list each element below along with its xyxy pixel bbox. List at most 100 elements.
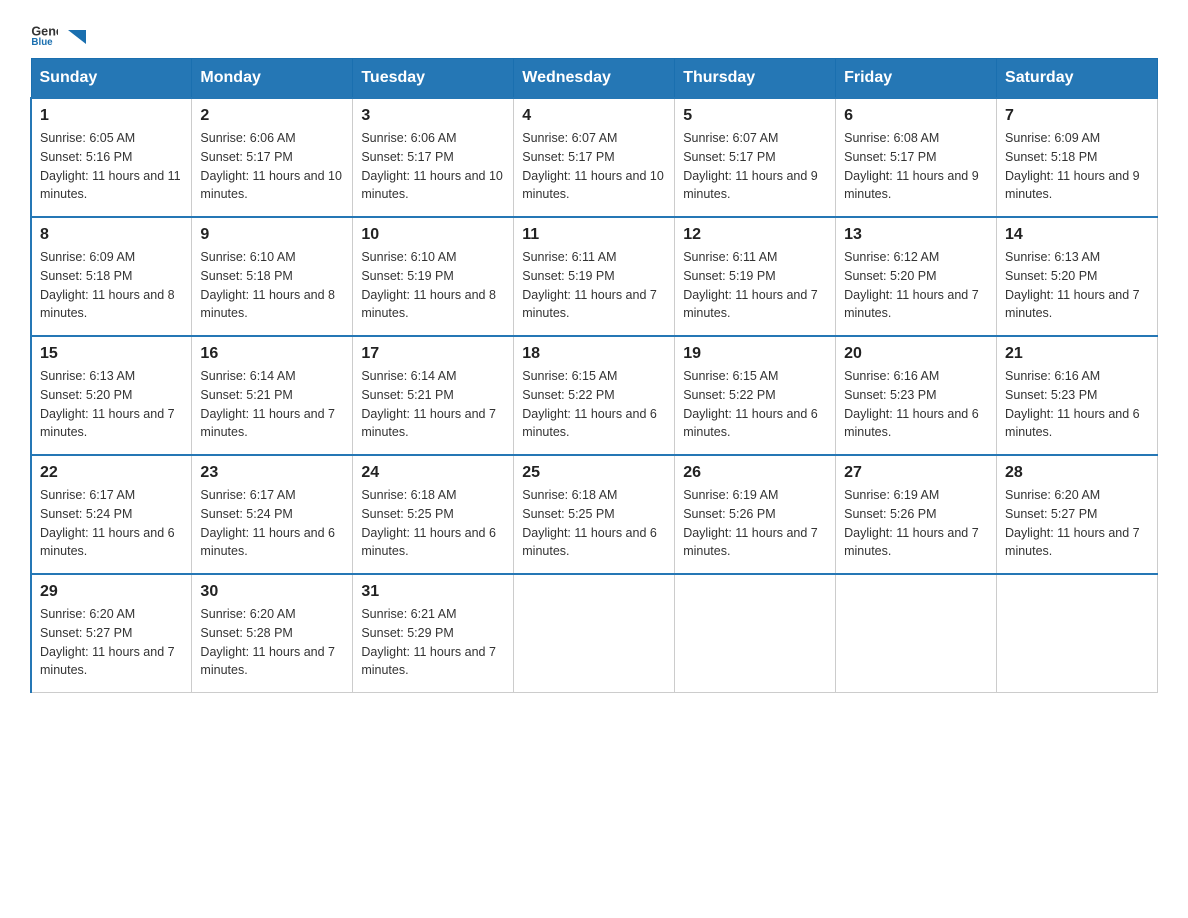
day-info: Sunrise: 6:16 AM Sunset: 5:23 PM Dayligh… [1005,367,1149,442]
table-row [836,574,997,693]
table-row: 13 Sunrise: 6:12 AM Sunset: 5:20 PM Dayl… [836,217,997,336]
header-sunday: Sunday [31,59,192,99]
day-number: 29 [40,583,183,601]
day-number: 23 [200,464,344,482]
day-info: Sunrise: 6:09 AM Sunset: 5:18 PM Dayligh… [40,248,183,323]
table-row: 16 Sunrise: 6:14 AM Sunset: 5:21 PM Dayl… [192,336,353,455]
table-row: 3 Sunrise: 6:06 AM Sunset: 5:17 PM Dayli… [353,98,514,217]
calendar-week-row: 15 Sunrise: 6:13 AM Sunset: 5:20 PM Dayl… [31,336,1158,455]
day-number: 4 [522,107,666,125]
day-info: Sunrise: 6:20 AM Sunset: 5:27 PM Dayligh… [1005,486,1149,561]
table-row: 28 Sunrise: 6:20 AM Sunset: 5:27 PM Dayl… [997,455,1158,574]
day-number: 17 [361,345,505,363]
day-info: Sunrise: 6:21 AM Sunset: 5:29 PM Dayligh… [361,605,505,680]
day-number: 6 [844,107,988,125]
day-info: Sunrise: 6:20 AM Sunset: 5:28 PM Dayligh… [200,605,344,680]
day-info: Sunrise: 6:19 AM Sunset: 5:26 PM Dayligh… [683,486,827,561]
calendar-week-row: 1 Sunrise: 6:05 AM Sunset: 5:16 PM Dayli… [31,98,1158,217]
header-monday: Monday [192,59,353,99]
day-info: Sunrise: 6:20 AM Sunset: 5:27 PM Dayligh… [40,605,183,680]
day-info: Sunrise: 6:11 AM Sunset: 5:19 PM Dayligh… [683,248,827,323]
table-row: 26 Sunrise: 6:19 AM Sunset: 5:26 PM Dayl… [675,455,836,574]
calendar-week-row: 8 Sunrise: 6:09 AM Sunset: 5:18 PM Dayli… [31,217,1158,336]
table-row: 29 Sunrise: 6:20 AM Sunset: 5:27 PM Dayl… [31,574,192,693]
day-number: 3 [361,107,505,125]
table-row: 19 Sunrise: 6:15 AM Sunset: 5:22 PM Dayl… [675,336,836,455]
day-info: Sunrise: 6:05 AM Sunset: 5:16 PM Dayligh… [40,129,183,204]
table-row: 1 Sunrise: 6:05 AM Sunset: 5:16 PM Dayli… [31,98,192,217]
table-row: 8 Sunrise: 6:09 AM Sunset: 5:18 PM Dayli… [31,217,192,336]
day-number: 8 [40,226,183,244]
table-row: 12 Sunrise: 6:11 AM Sunset: 5:19 PM Dayl… [675,217,836,336]
day-number: 26 [683,464,827,482]
day-number: 9 [200,226,344,244]
day-info: Sunrise: 6:09 AM Sunset: 5:18 PM Dayligh… [1005,129,1149,204]
table-row: 4 Sunrise: 6:07 AM Sunset: 5:17 PM Dayli… [514,98,675,217]
day-info: Sunrise: 6:15 AM Sunset: 5:22 PM Dayligh… [522,367,666,442]
day-number: 21 [1005,345,1149,363]
day-number: 15 [40,345,183,363]
table-row: 18 Sunrise: 6:15 AM Sunset: 5:22 PM Dayl… [514,336,675,455]
day-info: Sunrise: 6:06 AM Sunset: 5:17 PM Dayligh… [200,129,344,204]
table-row: 14 Sunrise: 6:13 AM Sunset: 5:20 PM Dayl… [997,217,1158,336]
table-row: 7 Sunrise: 6:09 AM Sunset: 5:18 PM Dayli… [997,98,1158,217]
table-row: 27 Sunrise: 6:19 AM Sunset: 5:26 PM Dayl… [836,455,997,574]
day-number: 14 [1005,226,1149,244]
day-info: Sunrise: 6:12 AM Sunset: 5:20 PM Dayligh… [844,248,988,323]
day-number: 27 [844,464,988,482]
page-header: General Blue [30,20,1158,48]
day-number: 2 [200,107,344,125]
day-number: 28 [1005,464,1149,482]
day-info: Sunrise: 6:13 AM Sunset: 5:20 PM Dayligh… [40,367,183,442]
day-info: Sunrise: 6:18 AM Sunset: 5:25 PM Dayligh… [361,486,505,561]
day-info: Sunrise: 6:17 AM Sunset: 5:24 PM Dayligh… [40,486,183,561]
calendar-week-row: 29 Sunrise: 6:20 AM Sunset: 5:27 PM Dayl… [31,574,1158,693]
table-row: 31 Sunrise: 6:21 AM Sunset: 5:29 PM Dayl… [353,574,514,693]
day-number: 16 [200,345,344,363]
table-row [997,574,1158,693]
table-row: 10 Sunrise: 6:10 AM Sunset: 5:19 PM Dayl… [353,217,514,336]
day-info: Sunrise: 6:07 AM Sunset: 5:17 PM Dayligh… [683,129,827,204]
logo-icon: General Blue [30,20,58,48]
day-number: 12 [683,226,827,244]
header-saturday: Saturday [997,59,1158,99]
table-row: 21 Sunrise: 6:16 AM Sunset: 5:23 PM Dayl… [997,336,1158,455]
day-info: Sunrise: 6:15 AM Sunset: 5:22 PM Dayligh… [683,367,827,442]
table-row: 24 Sunrise: 6:18 AM Sunset: 5:25 PM Dayl… [353,455,514,574]
table-row: 9 Sunrise: 6:10 AM Sunset: 5:18 PM Dayli… [192,217,353,336]
day-number: 20 [844,345,988,363]
day-info: Sunrise: 6:11 AM Sunset: 5:19 PM Dayligh… [522,248,666,323]
calendar-week-row: 22 Sunrise: 6:17 AM Sunset: 5:24 PM Dayl… [31,455,1158,574]
table-row: 6 Sunrise: 6:08 AM Sunset: 5:17 PM Dayli… [836,98,997,217]
svg-text:General: General [31,24,58,38]
table-row: 22 Sunrise: 6:17 AM Sunset: 5:24 PM Dayl… [31,455,192,574]
day-number: 31 [361,583,505,601]
calendar-table: Sunday Monday Tuesday Wednesday Thursday… [30,58,1158,693]
day-number: 7 [1005,107,1149,125]
table-row: 5 Sunrise: 6:07 AM Sunset: 5:17 PM Dayli… [675,98,836,217]
day-number: 24 [361,464,505,482]
svg-text:Blue: Blue [31,37,53,48]
table-row: 20 Sunrise: 6:16 AM Sunset: 5:23 PM Dayl… [836,336,997,455]
table-row: 15 Sunrise: 6:13 AM Sunset: 5:20 PM Dayl… [31,336,192,455]
table-row: 17 Sunrise: 6:14 AM Sunset: 5:21 PM Dayl… [353,336,514,455]
logo-triangle-icon [66,26,88,48]
day-number: 11 [522,226,666,244]
table-row: 30 Sunrise: 6:20 AM Sunset: 5:28 PM Dayl… [192,574,353,693]
day-info: Sunrise: 6:16 AM Sunset: 5:23 PM Dayligh… [844,367,988,442]
table-row: 11 Sunrise: 6:11 AM Sunset: 5:19 PM Dayl… [514,217,675,336]
day-info: Sunrise: 6:06 AM Sunset: 5:17 PM Dayligh… [361,129,505,204]
header-friday: Friday [836,59,997,99]
day-info: Sunrise: 6:07 AM Sunset: 5:17 PM Dayligh… [522,129,666,204]
day-info: Sunrise: 6:14 AM Sunset: 5:21 PM Dayligh… [200,367,344,442]
day-info: Sunrise: 6:19 AM Sunset: 5:26 PM Dayligh… [844,486,988,561]
table-row: 2 Sunrise: 6:06 AM Sunset: 5:17 PM Dayli… [192,98,353,217]
header-wednesday: Wednesday [514,59,675,99]
day-number: 25 [522,464,666,482]
header-thursday: Thursday [675,59,836,99]
day-info: Sunrise: 6:10 AM Sunset: 5:19 PM Dayligh… [361,248,505,323]
day-info: Sunrise: 6:17 AM Sunset: 5:24 PM Dayligh… [200,486,344,561]
day-info: Sunrise: 6:13 AM Sunset: 5:20 PM Dayligh… [1005,248,1149,323]
day-number: 13 [844,226,988,244]
day-number: 5 [683,107,827,125]
